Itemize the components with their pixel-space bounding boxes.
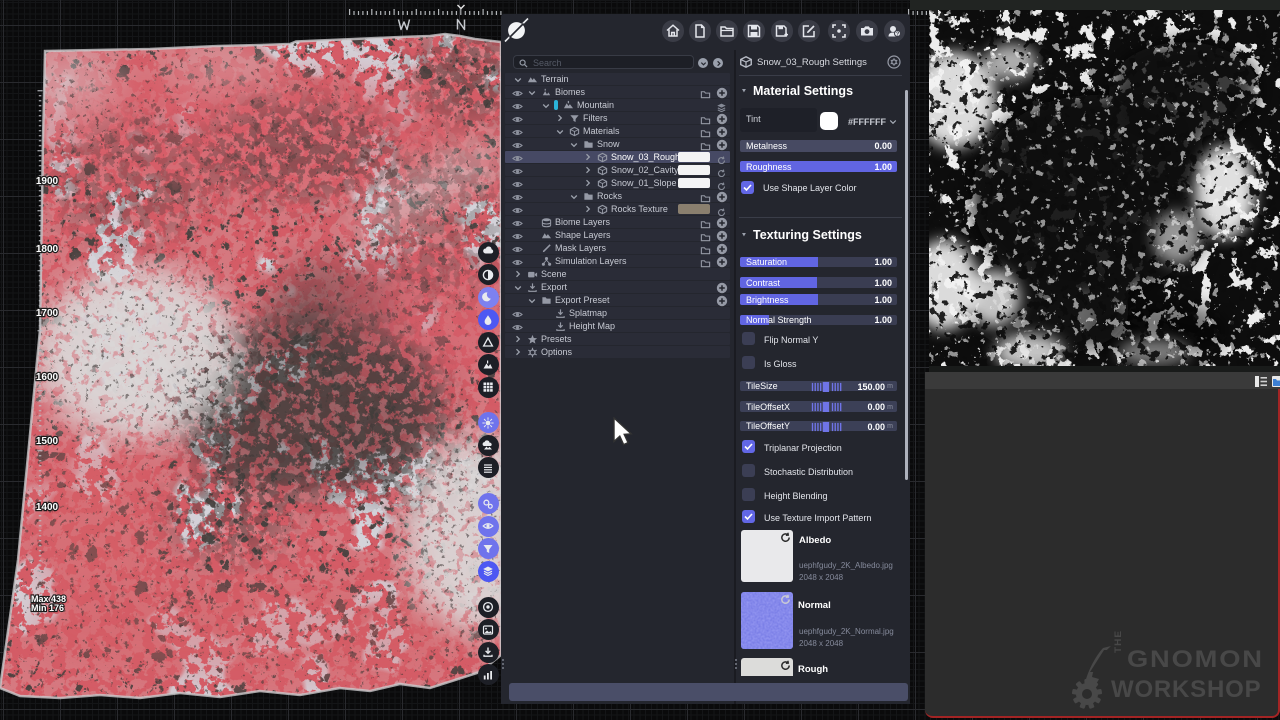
svg-text:1400: 1400: [36, 502, 59, 513]
svg-text:1800: 1800: [36, 244, 59, 255]
svg-text:1600: 1600: [36, 372, 59, 383]
svg-text:Min 176: Min 176: [31, 603, 64, 613]
svg-text:1500: 1500: [36, 436, 59, 447]
svg-text:1900: 1900: [36, 176, 59, 187]
svg-text:1700: 1700: [36, 308, 59, 319]
